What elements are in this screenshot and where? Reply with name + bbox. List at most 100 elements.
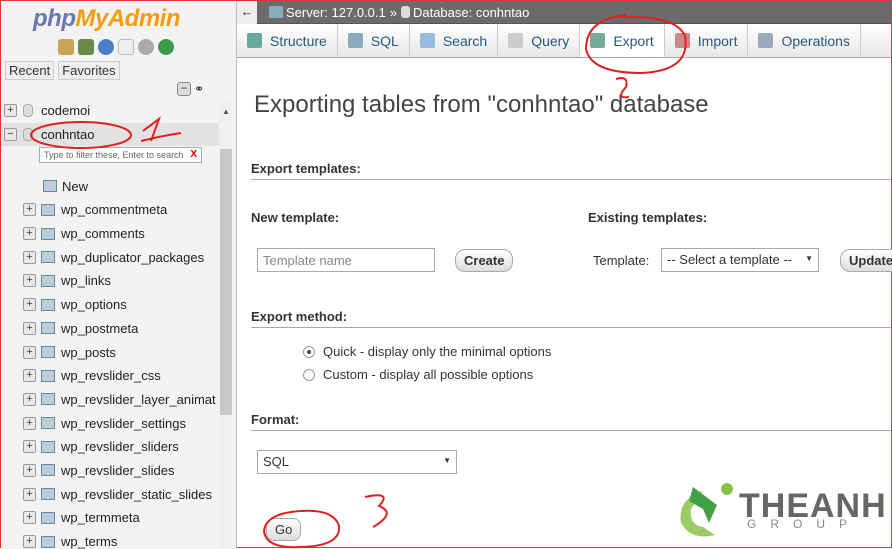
template-select[interactable]: -- Select a template -- xyxy=(661,248,819,272)
table-icon xyxy=(41,488,55,501)
expand-icon[interactable]: + xyxy=(23,416,36,430)
table-item[interactable]: + wp_postmeta xyxy=(1,317,219,341)
template-name-input[interactable]: Template name xyxy=(257,248,435,272)
database-item[interactable]: + codemoi xyxy=(1,99,219,123)
table-icon xyxy=(41,298,55,311)
expand-icon[interactable]: + xyxy=(23,321,36,335)
scrollbar-thumb[interactable] xyxy=(220,149,232,415)
table-icon xyxy=(41,369,55,382)
table-item[interactable]: + wp_commentmeta xyxy=(1,198,219,222)
table-icon xyxy=(41,322,55,335)
logout-icon[interactable] xyxy=(78,39,94,55)
template-label: Template: xyxy=(593,253,650,268)
server-icon xyxy=(269,6,283,18)
breadcrumb-server[interactable]: Server: 127.0.0.1 xyxy=(286,5,386,20)
table-item[interactable]: + wp_terms xyxy=(1,530,219,549)
table-icon xyxy=(41,511,55,524)
expand-icon[interactable]: + xyxy=(23,440,36,454)
clear-filter-button[interactable]: X xyxy=(190,149,197,160)
table-item[interactable]: + wp_revslider_css xyxy=(1,364,219,388)
table-item[interactable]: + wp_revslider_sliders xyxy=(1,435,219,459)
tab-query[interactable]: Query xyxy=(498,24,581,57)
expand-icon[interactable]: + xyxy=(4,104,17,118)
sql-icon xyxy=(347,33,363,48)
favorites-button[interactable]: Favorites xyxy=(58,61,120,80)
tab-import[interactable]: Import xyxy=(665,24,749,57)
table-icon xyxy=(41,417,55,430)
scroll-up-icon[interactable]: ▲ xyxy=(222,107,230,116)
expand-icon[interactable]: + xyxy=(23,511,36,525)
table-icon xyxy=(41,346,55,359)
create-button[interactable]: Create xyxy=(455,249,514,272)
settings-icon[interactable] xyxy=(138,39,154,55)
table-icon xyxy=(41,440,55,453)
phpmyadmin-logo[interactable]: phpMyAdmin xyxy=(33,5,180,33)
table-icon xyxy=(41,535,55,548)
navigation-sidebar: phpMyAdmin Recent Favorites − ⚭ + codemoi… xyxy=(1,1,237,549)
expand-icon[interactable]: + xyxy=(23,274,36,288)
tab-structure[interactable]: Structure xyxy=(237,24,338,57)
go-button[interactable]: Go xyxy=(266,518,302,541)
export-icon xyxy=(590,33,606,48)
database-tree: + codemoi − conhntao New + wp_commentmeta + w… xyxy=(1,99,219,549)
back-button[interactable]: ← xyxy=(237,0,257,24)
table-item[interactable]: + wp_revslider_slides xyxy=(1,459,219,483)
table-icon xyxy=(41,464,55,477)
breadcrumb: ← Server: 127.0.0.1 » Database: conhntao xyxy=(237,0,891,24)
table-item[interactable]: + wp_duplicator_packages xyxy=(1,245,219,269)
expand-icon[interactable]: + xyxy=(23,487,36,501)
query-icon xyxy=(508,33,524,48)
update-button[interactable]: Update xyxy=(840,249,892,272)
expand-icon[interactable]: + xyxy=(23,203,36,217)
expand-icon[interactable]: + xyxy=(23,345,36,359)
table-item[interactable]: + wp_options xyxy=(1,293,219,317)
format-select[interactable]: SQL xyxy=(257,450,457,474)
expand-icon[interactable]: + xyxy=(23,535,36,549)
table-filter-input[interactable]: Type to filter these, Enter to search X xyxy=(39,147,202,163)
table-item[interactable]: + wp_revslider_settings xyxy=(1,411,219,435)
collapse-icon[interactable]: − xyxy=(4,128,17,142)
home-icon[interactable] xyxy=(58,39,74,55)
tab-export[interactable]: Export xyxy=(580,24,665,57)
table-icon xyxy=(41,274,55,287)
theanh-group-logo: THEANH GROUP xyxy=(673,479,886,541)
docs-icon[interactable] xyxy=(118,39,134,55)
link-icon[interactable]: ⚭ xyxy=(194,82,204,96)
database-icon xyxy=(400,6,410,18)
tab-operations[interactable]: Operations xyxy=(748,24,861,57)
expand-icon[interactable]: + xyxy=(23,369,36,383)
recent-button[interactable]: Recent xyxy=(5,61,55,80)
table-item[interactable]: + wp_posts xyxy=(1,340,219,364)
database-icon xyxy=(23,128,33,142)
database-item[interactable]: − conhntao xyxy=(1,122,219,147)
import-icon xyxy=(674,33,690,48)
table-item[interactable]: + wp_revslider_layer_animat xyxy=(1,388,219,412)
search-icon xyxy=(419,33,435,48)
table-icon xyxy=(41,227,55,240)
existing-templates-label: Existing templates: xyxy=(588,210,708,225)
expand-icon[interactable]: + xyxy=(23,392,36,406)
help-icon[interactable] xyxy=(98,39,114,55)
sidebar-scrollbar[interactable]: ▲ xyxy=(219,101,233,549)
page-title: Exporting tables from "conhntao" databas… xyxy=(254,91,709,118)
reload-icon[interactable] xyxy=(158,39,174,55)
wrench-icon xyxy=(758,33,774,48)
table-item[interactable]: + wp_links xyxy=(1,269,219,293)
tab-search[interactable]: Search xyxy=(410,24,499,57)
collapse-all-icon[interactable]: − xyxy=(177,82,191,96)
structure-icon xyxy=(247,33,262,48)
table-item[interactable]: + wp_revslider_static_slides xyxy=(1,482,219,506)
table-item[interactable]: + wp_termmeta xyxy=(1,506,219,530)
table-icon xyxy=(41,393,55,406)
table-item[interactable]: + wp_comments xyxy=(1,222,219,246)
expand-icon[interactable]: + xyxy=(23,298,36,312)
tab-sql[interactable]: SQL xyxy=(338,24,410,57)
breadcrumb-database[interactable]: Database: conhntao xyxy=(413,5,529,20)
expand-icon[interactable]: + xyxy=(23,227,36,241)
custom-method-radio[interactable]: Custom - display all possible options xyxy=(303,367,533,382)
new-table-item[interactable]: New xyxy=(1,174,219,198)
expand-icon[interactable]: + xyxy=(23,463,36,477)
quick-method-radio[interactable]: Quick - display only the minimal options xyxy=(303,344,551,359)
expand-icon[interactable]: + xyxy=(23,250,36,264)
format-heading: Format: xyxy=(251,412,891,431)
